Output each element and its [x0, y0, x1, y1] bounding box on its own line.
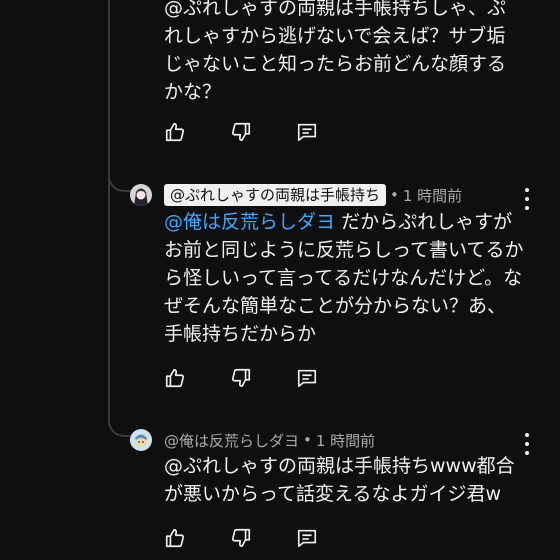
separator: • [303, 431, 312, 449]
thread-connector [108, 395, 132, 437]
reply-button[interactable] [296, 527, 318, 549]
avatar[interactable] [130, 429, 152, 451]
thumbs-up-icon [165, 528, 185, 548]
avatar[interactable] [130, 184, 152, 206]
more-vertical-icon [525, 188, 529, 192]
reply-comment-icon [297, 123, 317, 142]
comment-text: @俺は反荒らしダヨ だからぷれしゃすがお前と同じように反荒らしって書いてるから怪… [164, 208, 524, 348]
timestamp[interactable]: 1 時間前 [316, 430, 375, 451]
more-vertical-icon [525, 433, 529, 437]
comment-header: @ぷれしゃすの両親は手帳持ち • 1 時間前 [130, 182, 462, 208]
like-button[interactable] [164, 527, 186, 549]
comment-actions [164, 367, 362, 389]
reply-button[interactable] [296, 121, 318, 143]
comment-menu-button[interactable] [522, 188, 532, 210]
comment-text: @ぷれしゃすの両親は手帳持ちしゃ、ぷれしゃすから逃げないで会えば？サブ垢じゃない… [164, 0, 507, 103]
thumbs-up-icon [165, 122, 185, 142]
like-button[interactable] [164, 367, 186, 389]
author-name[interactable]: @俺は反荒らしダヨ [164, 430, 299, 451]
dislike-button[interactable] [230, 367, 252, 389]
comment-header: @俺は反荒らしダヨ • 1 時間前 [130, 427, 375, 453]
dislike-button[interactable] [230, 527, 252, 549]
reply-comment-icon [297, 369, 317, 388]
reply-comment-icon [297, 529, 317, 548]
thumbs-down-icon [231, 368, 251, 388]
thread-connector [108, 150, 132, 192]
dislike-button[interactable] [230, 121, 252, 143]
timestamp[interactable]: 1 時間前 [403, 185, 462, 206]
thumbs-up-icon [165, 368, 185, 388]
comment-actions [164, 527, 362, 549]
comment-text: @ぷれしゃすの両親は手帳持ちwww都合が悪いからって話変えるなよガイジ君w [164, 455, 515, 505]
reply-to-chip[interactable]: @ぷれしゃすの両親は手帳持ち [164, 184, 387, 206]
mention-link[interactable]: @俺は反荒らしダヨ [164, 211, 335, 233]
comment-actions [164, 121, 362, 143]
thread-line [108, 0, 110, 412]
like-button[interactable] [164, 121, 186, 143]
reply-button[interactable] [296, 367, 318, 389]
thumbs-down-icon [231, 528, 251, 548]
thumbs-down-icon [231, 122, 251, 142]
separator: • [390, 186, 399, 204]
